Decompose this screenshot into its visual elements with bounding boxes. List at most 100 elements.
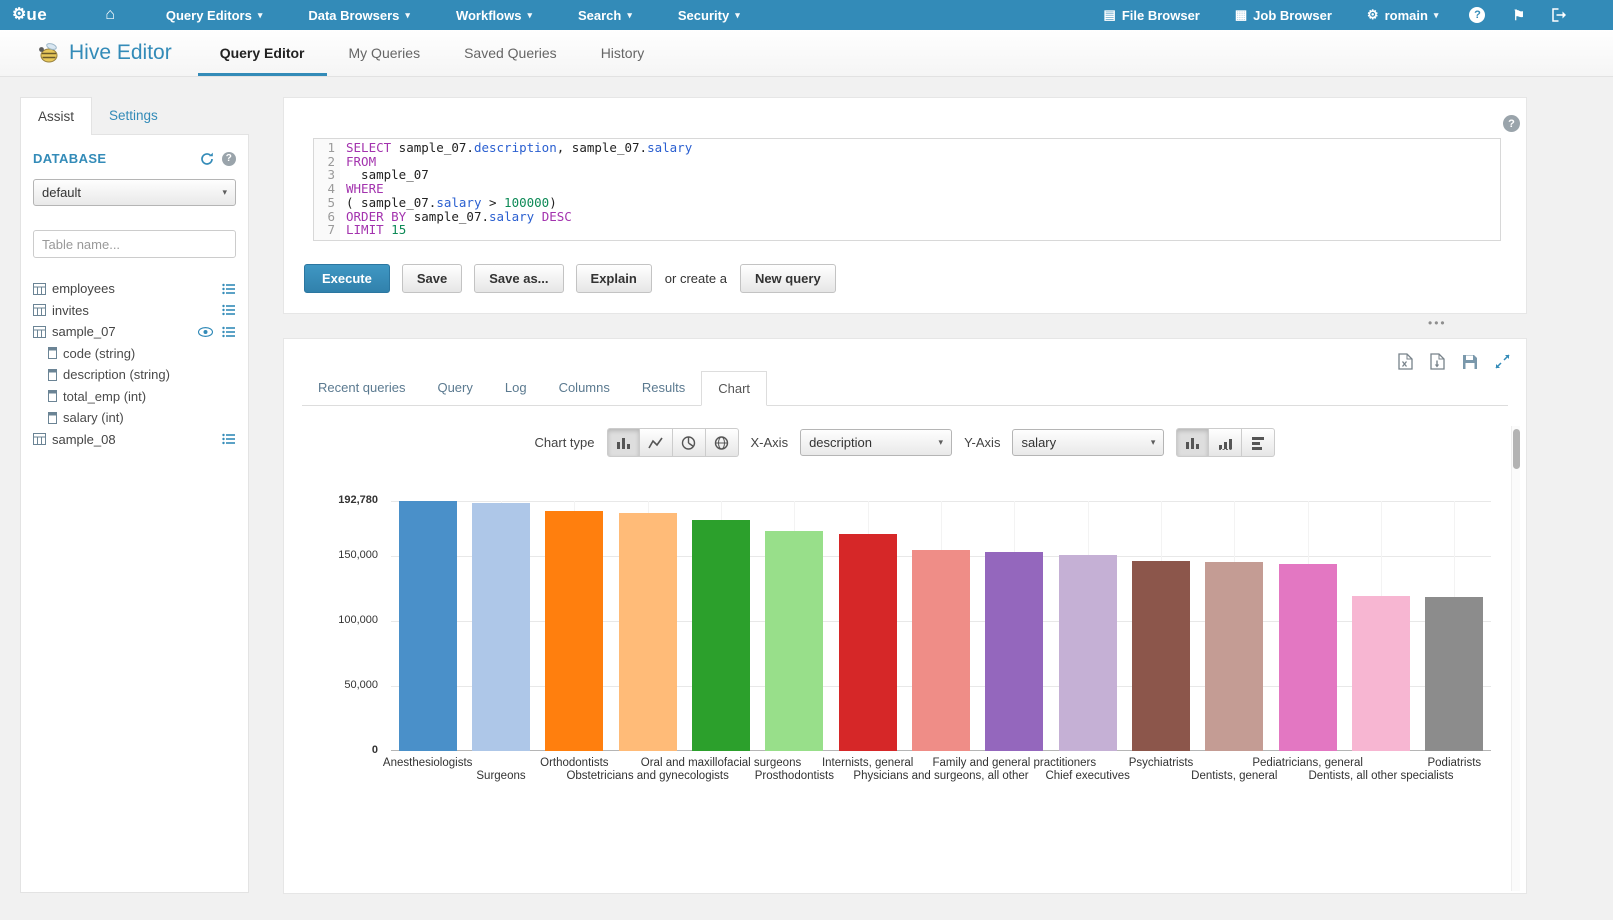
- bar-6[interactable]: [839, 534, 897, 751]
- line-chart-type-button[interactable]: [640, 428, 673, 457]
- x-tick-label: Pediatricians, general: [1252, 757, 1363, 769]
- bar-14[interactable]: [1425, 597, 1483, 751]
- job-browser-button[interactable]: ▦ Job Browser: [1231, 0, 1336, 30]
- menu-query-editors[interactable]: Query Editors▾: [143, 0, 286, 30]
- column-item[interactable]: code (string): [33, 343, 236, 365]
- refresh-icon[interactable]: [200, 152, 214, 166]
- bar-5[interactable]: [765, 531, 823, 751]
- help-button[interactable]: ?: [1469, 7, 1485, 23]
- or-create-label: or create a: [665, 271, 727, 286]
- save-button[interactable]: Save: [402, 264, 462, 293]
- table-item-sample_08[interactable]: sample_08: [33, 429, 236, 451]
- menu-security[interactable]: Security▾: [655, 0, 763, 30]
- sql-code-editor[interactable]: 1234567 SELECT sample_07.description, sa…: [313, 138, 1501, 241]
- pie-chart-type-button[interactable]: [673, 428, 706, 457]
- bar-12[interactable]: [1279, 564, 1337, 751]
- topnav-menus: Query Editors▾Data Browsers▾Workflows▾Se…: [143, 0, 763, 30]
- list-icon[interactable]: [222, 304, 236, 316]
- horizontal-bars-button[interactable]: [1242, 428, 1275, 457]
- table-icon: [33, 433, 46, 445]
- menu-data-browsers[interactable]: Data Browsers▾: [285, 0, 433, 30]
- expand-results-button[interactable]: [1495, 354, 1510, 369]
- bar-9[interactable]: [1059, 555, 1117, 751]
- tab-assist[interactable]: Assist: [20, 97, 92, 135]
- job-browser-icon: ▦: [1235, 7, 1247, 23]
- y-axis-value: salary: [1021, 435, 1056, 450]
- bar-13[interactable]: [1352, 596, 1410, 751]
- list-icon[interactable]: [222, 326, 236, 338]
- code-gutter: 1234567: [314, 139, 340, 240]
- export-excel-button[interactable]: [1398, 353, 1413, 370]
- x-tick-label: Prosthodontists: [755, 770, 834, 782]
- hue-logo[interactable]: ⚙ ue: [12, 5, 47, 25]
- tab-history[interactable]: History: [579, 30, 667, 76]
- flag-icon[interactable]: ⚑: [1512, 7, 1525, 24]
- home-button[interactable]: ⌂: [101, 0, 119, 30]
- save-results-button[interactable]: [1462, 354, 1478, 370]
- tab-chart[interactable]: Chart: [701, 371, 767, 406]
- bar-8[interactable]: [985, 552, 1043, 751]
- database-select[interactable]: default ▾: [33, 179, 236, 206]
- table-item-sample_07[interactable]: sample_07: [33, 321, 236, 343]
- bar-chart-type-button[interactable]: [607, 428, 640, 457]
- y-tick-label: 50,000: [334, 679, 378, 691]
- bar-11[interactable]: [1205, 562, 1263, 751]
- map-chart-type-button[interactable]: [706, 428, 739, 457]
- tab-recent-queries[interactable]: Recent queries: [302, 371, 421, 405]
- chevron-down-icon: ▾: [222, 187, 227, 198]
- x-tick-label: Physicians and surgeons, all other: [853, 770, 1028, 782]
- chart-controls: Chart type X-Axis description ▾ Y-Axis s…: [284, 428, 1526, 457]
- file-browser-button[interactable]: ▤ File Browser: [1100, 0, 1204, 30]
- download-results-button[interactable]: [1430, 353, 1445, 370]
- bar-2[interactable]: [545, 511, 603, 751]
- column-icon: [48, 369, 57, 381]
- editor-help-icon[interactable]: ?: [1503, 115, 1520, 132]
- bar-0[interactable]: [399, 501, 457, 751]
- scrollbar-thumb[interactable]: [1513, 429, 1520, 469]
- tab-saved-queries[interactable]: Saved Queries: [442, 30, 579, 76]
- bar-1[interactable]: [472, 503, 530, 751]
- sorted-bars-button[interactable]: [1209, 428, 1242, 457]
- tab-results[interactable]: Results: [626, 371, 701, 405]
- user-menu[interactable]: ⚙ romain ▾: [1363, 0, 1443, 30]
- column-name: code (string): [63, 346, 135, 361]
- tab-log[interactable]: Log: [489, 371, 543, 405]
- table-item-employees[interactable]: employees: [33, 278, 236, 300]
- table-icon: [33, 304, 46, 316]
- bar-3[interactable]: [619, 513, 677, 751]
- list-icon[interactable]: [222, 433, 236, 445]
- explain-button[interactable]: Explain: [576, 264, 652, 293]
- column-item[interactable]: salary (int): [33, 407, 236, 429]
- bar-4[interactable]: [692, 520, 750, 751]
- table-item-invites[interactable]: invites: [33, 300, 236, 322]
- bar-10[interactable]: [1132, 561, 1190, 751]
- panel-resize-handle[interactable]: •••: [1428, 316, 1447, 330]
- menu-workflows[interactable]: Workflows▾: [433, 0, 555, 30]
- y-axis-select[interactable]: salary ▾: [1012, 429, 1164, 456]
- line-number: 6: [314, 210, 335, 224]
- column-item[interactable]: total_emp (int): [33, 386, 236, 408]
- database-help-icon[interactable]: ?: [222, 152, 236, 166]
- tab-my-queries[interactable]: My Queries: [327, 30, 443, 76]
- topnav-right: ▤ File Browser ▦ Job Browser ⚙ romain ▾ …: [1100, 0, 1613, 30]
- bar-7[interactable]: [912, 550, 970, 751]
- chevron-down-icon: ▾: [1434, 10, 1439, 21]
- tab-settings[interactable]: Settings: [92, 97, 175, 134]
- hue-gear-icon: ⚙: [12, 7, 26, 23]
- sign-out-button[interactable]: [1552, 8, 1567, 22]
- save-as-button[interactable]: Save as...: [474, 264, 563, 293]
- menu-search[interactable]: Search▾: [555, 0, 655, 30]
- new-query-button[interactable]: New query: [740, 264, 836, 293]
- tab-query-editor[interactable]: Query Editor: [198, 30, 327, 76]
- column-item[interactable]: description (string): [33, 364, 236, 386]
- eye-icon[interactable]: [198, 327, 213, 337]
- table-filter-input[interactable]: [33, 230, 236, 258]
- x-tick-label: Dentists, general: [1191, 770, 1277, 782]
- tab-columns[interactable]: Columns: [543, 371, 626, 405]
- app-title[interactable]: Hive Editor: [36, 30, 172, 76]
- execute-button[interactable]: Execute: [304, 264, 390, 293]
- list-icon[interactable]: [222, 283, 236, 295]
- tab-query[interactable]: Query: [421, 371, 488, 405]
- vertical-bars-button[interactable]: [1176, 428, 1209, 457]
- x-axis-select[interactable]: description ▾: [800, 429, 952, 456]
